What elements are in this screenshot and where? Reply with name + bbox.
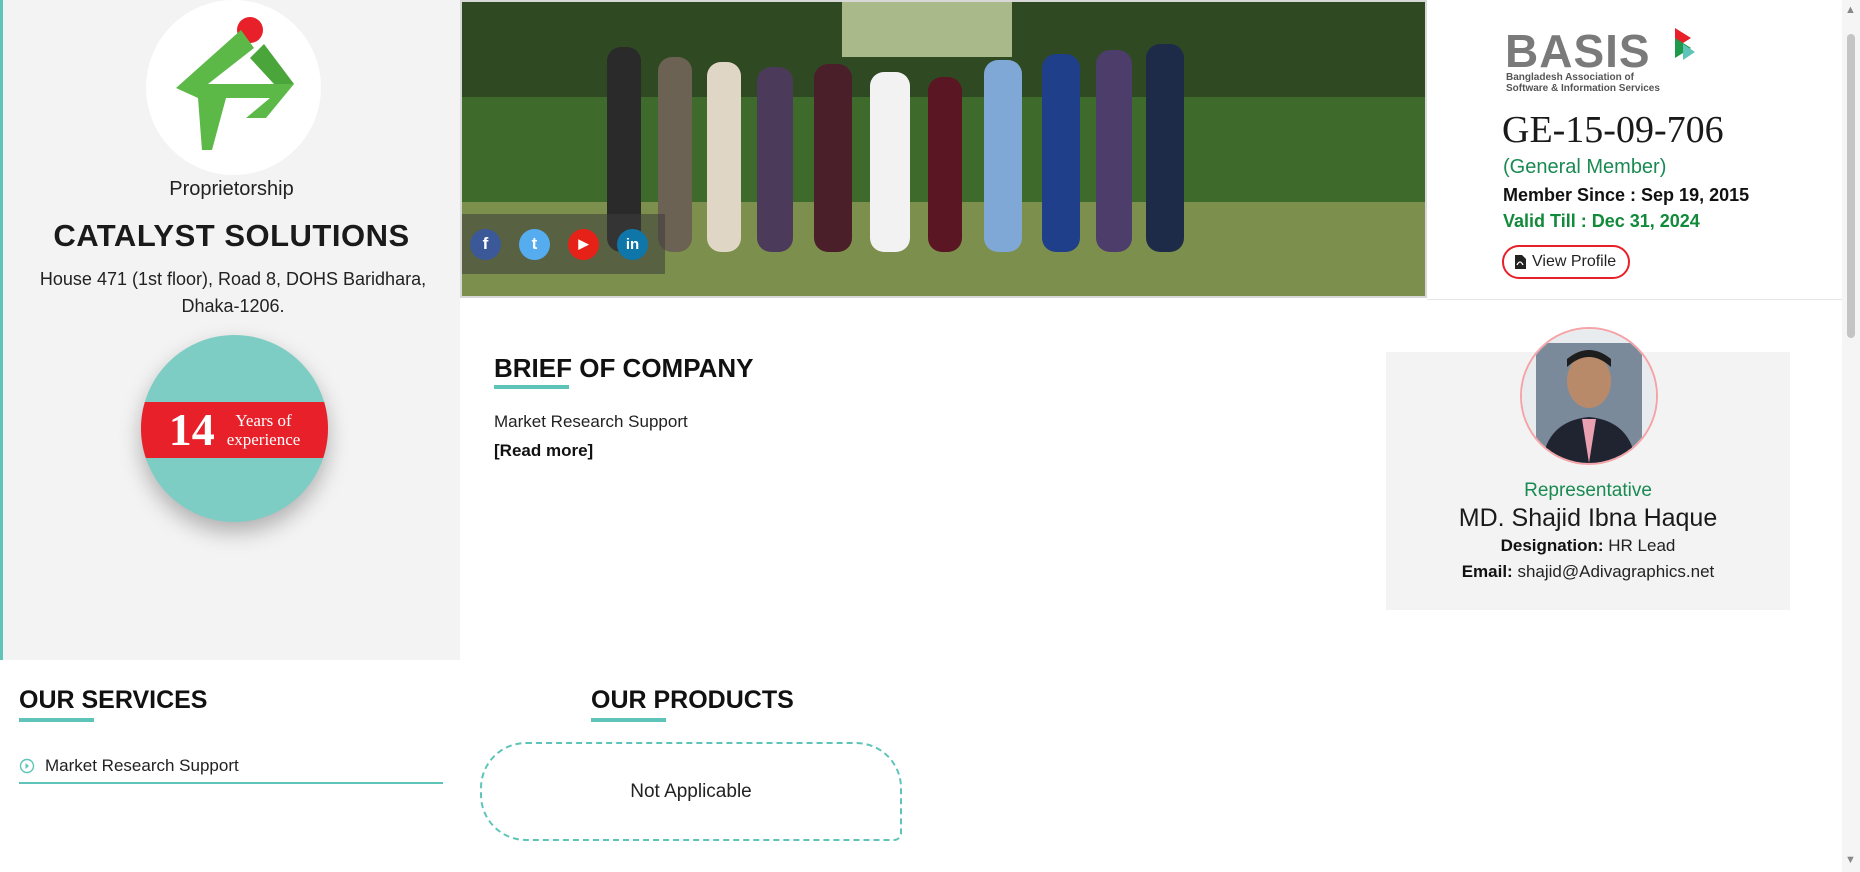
view-profile-label: View Profile xyxy=(1532,253,1617,270)
member-id: GE-15-09-706 xyxy=(1502,109,1724,151)
membership-divider xyxy=(1427,299,1842,300)
representative-email: Email: shajid@Adivagraphics.net xyxy=(1386,562,1790,582)
representative-avatar xyxy=(1520,327,1658,465)
facebook-icon[interactable]: f xyxy=(470,228,501,260)
designation-value: HR Lead xyxy=(1608,536,1676,555)
scroll-thumb[interactable] xyxy=(1847,34,1855,338)
basis-logo: BASIS Bangladesh Association of Software… xyxy=(1505,25,1705,96)
member-type: (General Member) xyxy=(1503,156,1667,178)
pdf-file-icon xyxy=(1515,255,1526,269)
twitter-icon[interactable]: t xyxy=(519,228,550,260)
company-logo-icon xyxy=(176,17,294,150)
brief-title: BRIEF OF COMPANY xyxy=(494,353,754,383)
company-logo xyxy=(146,0,321,175)
products-title: OUR PRODUCTS xyxy=(591,686,794,714)
youtube-icon[interactable]: ▶ xyxy=(568,228,599,260)
team-banner-image: f t ▶ in xyxy=(460,0,1427,298)
social-links-bar: f t ▶ in xyxy=(462,214,665,274)
service-list-item: Market Research Support xyxy=(19,749,443,784)
read-more-link[interactable]: [Read more] xyxy=(494,441,593,461)
representative-name: MD. Shajid Ibna Haque xyxy=(1458,504,1718,532)
basis-logo-subtitle-2: Software & Information Services xyxy=(1506,83,1660,94)
experience-label-line1: Years of xyxy=(235,411,292,430)
scroll-down-arrow-icon[interactable]: ▼ xyxy=(1845,854,1856,866)
representative-role: Representative xyxy=(1524,480,1652,501)
experience-band: 14 Years of experience xyxy=(141,402,328,458)
brief-title-underline xyxy=(494,385,569,389)
designation-label: Designation: xyxy=(1500,536,1604,555)
scroll-up-arrow-icon[interactable]: ▲ xyxy=(1845,4,1856,16)
valid-till: Valid Till : Dec 31, 2024 xyxy=(1503,211,1700,231)
member-since: Member Since : Sep 19, 2015 xyxy=(1503,185,1750,205)
products-empty-box: Not Applicable xyxy=(480,742,902,841)
company-name: CATALYST SOLUTIONS xyxy=(53,218,410,253)
circle-chevron-right-icon xyxy=(19,758,35,773)
basis-logo-subtitle-1: Bangladesh Association of xyxy=(1506,72,1634,83)
view-profile-button[interactable]: View Profile xyxy=(1502,245,1631,279)
company-address: House 471 (1st floor), Road 8, DOHS Bari… xyxy=(39,269,427,316)
basis-logo-text: BASIS xyxy=(1505,25,1651,77)
brief-text: Market Research Support xyxy=(494,412,688,431)
experience-years: 14 xyxy=(168,404,215,455)
services-title-underline xyxy=(19,718,94,722)
representative-photo xyxy=(1522,329,1656,463)
experience-label-line2: experience xyxy=(226,430,301,449)
products-title-underline xyxy=(591,718,666,722)
page-scrollbar[interactable]: ▲ ▼ xyxy=(1842,0,1860,872)
services-title: OUR SERVICES xyxy=(19,686,208,714)
email-label: Email: xyxy=(1461,562,1513,581)
experience-label: Years of experience xyxy=(227,411,301,449)
company-profile-panel: Proprietorship CATALYST SOLUTIONS House … xyxy=(0,0,460,660)
service-item-label: Market Research Support xyxy=(45,755,239,775)
company-type: Proprietorship xyxy=(169,178,294,200)
linkedin-icon[interactable]: in xyxy=(617,228,648,260)
representative-designation: Designation: HR Lead xyxy=(1386,536,1790,556)
email-value[interactable]: shajid@Adivagraphics.net xyxy=(1517,562,1714,581)
products-empty-text: Not Applicable xyxy=(630,780,752,802)
experience-badge: 14 Years of experience xyxy=(141,335,328,522)
